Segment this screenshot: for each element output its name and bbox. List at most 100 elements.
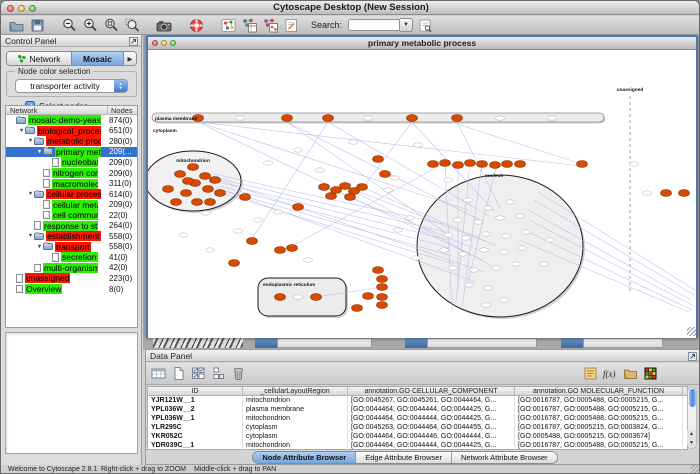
table-row[interactable]: YPL036W__2plasma membrane[GO:0044464, GO… [148, 405, 687, 414]
network-node-label[interactable] [470, 268, 479, 272]
network-node-label[interactable] [484, 206, 493, 210]
layout-icon-a[interactable] [240, 17, 258, 34]
network-node[interactable] [240, 194, 251, 201]
search-input[interactable] [348, 19, 400, 31]
network-node-label[interactable] [459, 252, 468, 256]
network-node-label[interactable] [630, 162, 639, 166]
network-node[interactable] [247, 238, 258, 245]
app-titlebar[interactable]: Cytoscape Desktop (New Session) [1, 1, 700, 15]
tree-row[interactable]: ▼primary metabo209(... [6, 147, 137, 158]
float-panel-icon[interactable] [129, 37, 138, 49]
network-node-label[interactable] [406, 216, 415, 220]
tree-row[interactable]: multi-organism pro42(0) [6, 263, 137, 274]
network-node[interactable] [203, 186, 214, 193]
network-node-label[interactable] [484, 286, 493, 290]
table-scrollbar[interactable]: ▲▼ [687, 387, 697, 449]
tree-row[interactable]: mosaic-demo-yeast874(0) [6, 115, 137, 126]
network-node[interactable] [380, 171, 391, 178]
network-node[interactable] [373, 267, 384, 274]
window-resize-grip[interactable] [687, 327, 696, 336]
network-node[interactable] [229, 260, 240, 267]
network-node-label[interactable] [254, 218, 263, 222]
network-window-titlebar[interactable]: primary metabolic process [148, 37, 696, 50]
attribute-table-icon[interactable] [150, 366, 166, 382]
layout-icon-b[interactable] [261, 17, 279, 34]
network-node-label[interactable] [522, 230, 531, 234]
network-node-label[interactable] [548, 116, 557, 120]
tree-row[interactable]: unassigned223(0) [6, 273, 137, 284]
network-node-label[interactable] [304, 258, 313, 262]
network-node-label[interactable] [444, 233, 453, 237]
network-node-label[interactable] [482, 232, 491, 236]
network-node-label[interactable] [492, 266, 501, 270]
table-row[interactable]: YKR052Ccytoplasm[GO:0044464, GO:0044446,… [148, 432, 687, 441]
birds-eye-overview[interactable] [5, 332, 138, 454]
network-node[interactable] [577, 161, 588, 168]
network-node[interactable] [345, 194, 356, 201]
network-node-label[interactable] [500, 250, 509, 254]
network-node[interactable] [357, 184, 368, 191]
tree-row[interactable]: ▼establishment of lo558(0) [6, 231, 137, 242]
network-node-label[interactable] [414, 143, 423, 147]
network-node-label[interactable] [236, 116, 245, 120]
tab-network-attribute-browser[interactable]: Network Attribute Browser [451, 452, 557, 463]
network-node[interactable] [452, 115, 463, 122]
network-node[interactable] [440, 160, 451, 167]
tree-row[interactable]: cellular metabo209(0) [6, 199, 137, 210]
search-dropdown-arrow-icon[interactable]: ▼ [400, 18, 413, 32]
network-node-label[interactable] [454, 218, 463, 222]
tab-overflow-arrow-icon[interactable]: ▶ [123, 52, 136, 65]
tab-node-attribute-browser[interactable]: Node Attribute Browser [253, 452, 355, 463]
network-node-label[interactable] [391, 176, 400, 180]
network-node[interactable] [293, 204, 304, 211]
network-node-label[interactable] [462, 236, 471, 240]
network-node-label[interactable] [540, 262, 549, 266]
network-node[interactable] [163, 186, 174, 193]
network-node[interactable] [340, 183, 351, 190]
network-node[interactable] [679, 190, 690, 197]
network-overview-icon[interactable] [219, 17, 237, 34]
app-resize-grip[interactable] [691, 465, 700, 474]
network-node[interactable] [171, 199, 182, 206]
network-node-label[interactable] [440, 248, 449, 252]
network-node[interactable] [210, 177, 221, 184]
network-node-label[interactable] [496, 216, 505, 220]
tab-mosaic[interactable]: Mosaic [71, 52, 123, 65]
network-node-label[interactable] [496, 116, 505, 120]
network-node[interactable] [326, 193, 337, 200]
network-node-label[interactable] [206, 248, 215, 252]
network-node-label[interactable] [465, 283, 474, 287]
network-node[interactable] [377, 284, 388, 291]
network-node[interactable] [188, 164, 199, 171]
zoom-window-icon[interactable] [29, 5, 36, 12]
tab-network[interactable]: Network [7, 52, 71, 65]
network-node-label[interactable] [234, 229, 243, 233]
network-node[interactable] [183, 178, 194, 185]
network-node-label[interactable] [316, 168, 325, 172]
network-node[interactable] [477, 161, 488, 168]
network-node-label[interactable] [502, 234, 511, 238]
network-node[interactable] [287, 245, 298, 252]
table-row[interactable]: YJR121W__1mitochondrion[GO:0045267, GO:0… [148, 396, 687, 405]
select-attributes-icon[interactable] [190, 366, 206, 382]
network-node[interactable] [275, 247, 286, 254]
table-row[interactable]: YPL036W__1mitochondrion[GO:0044464, GO:0… [148, 414, 687, 423]
network-node-label[interactable] [518, 246, 527, 250]
table-column-header[interactable]: ID [148, 387, 243, 395]
table-row[interactable]: YDR039C__1mitochondrion[GO:0044464, GO:0… [148, 441, 687, 450]
network-node-label[interactable] [384, 188, 393, 192]
network-node[interactable] [311, 294, 322, 301]
network-node[interactable] [275, 294, 286, 301]
function-builder-icon[interactable]: f(x) [602, 366, 618, 382]
network-node[interactable] [407, 115, 418, 122]
zoom-out-icon[interactable] [60, 17, 78, 34]
tree-row[interactable]: ▼cellular process614(0) [6, 189, 137, 200]
network-node-label[interactable] [179, 233, 188, 237]
search-filter-icon[interactable] [416, 17, 434, 34]
network-node-label[interactable] [512, 262, 521, 266]
tree-row[interactable]: Overview8(0) [6, 284, 137, 295]
network-node-label[interactable] [412, 256, 421, 260]
network-node-label[interactable] [264, 161, 273, 165]
minimize-icon[interactable] [18, 5, 25, 12]
annotation-icon[interactable] [282, 17, 300, 34]
